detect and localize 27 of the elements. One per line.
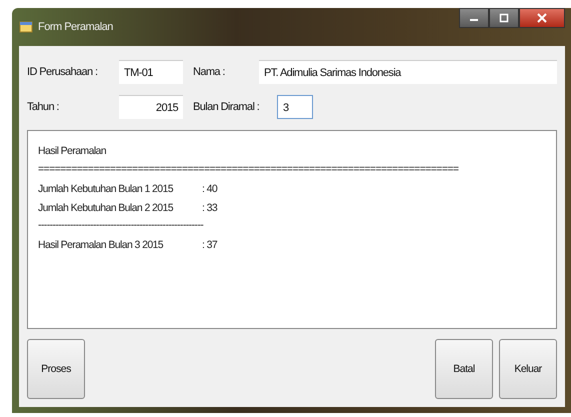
field-label: Bulan Diramal : [193, 101, 260, 113]
result-label: Hasil Peramalan Bulan 3 2015 [38, 238, 164, 250]
field-label: Tahun : [27, 101, 60, 113]
close-button[interactable] [519, 8, 565, 28]
action-button[interactable]: Keluar [499, 339, 557, 399]
window-title: Form Peramalan [38, 21, 113, 33]
field-label: ID Perusahaan : [27, 66, 98, 78]
separator-line: --------------------------------------------------------- [38, 219, 204, 231]
input-field[interactable]: 3 [277, 95, 313, 119]
output-heading: Hasil Peramalan [38, 145, 108, 157]
input-field[interactable]: TM-01 [119, 60, 183, 84]
result-label: Jumlah Kebutuhan Bulan 2 2015 [38, 202, 174, 214]
maximize-icon [499, 13, 509, 23]
close-icon [537, 13, 547, 23]
form-icon [19, 20, 33, 34]
action-button[interactable]: Proses [27, 339, 85, 399]
input-field[interactable]: PT. Adimulia Sarimas Indonesia [259, 60, 557, 84]
input-field[interactable]: 2015 [119, 95, 183, 119]
field-label: Nama : [193, 66, 226, 78]
separator-line: ============================================================================ [38, 163, 458, 175]
result-value: : 40 [202, 182, 218, 194]
result-value: : 33 [202, 202, 218, 214]
minimize-button[interactable] [459, 8, 489, 28]
result-label: Jumlah Kebutuhan Bulan 1 2015 [38, 182, 174, 194]
result-value: : 37 [202, 238, 218, 250]
maximize-button[interactable] [489, 8, 519, 28]
action-button[interactable]: Batal [435, 339, 493, 399]
